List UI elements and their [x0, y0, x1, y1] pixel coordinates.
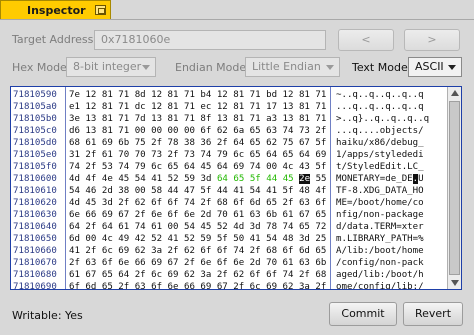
ascii-row[interactable]: ...q..q..q..q..q	[336, 101, 429, 113]
offset-cell: 71810640	[13, 222, 57, 232]
offset-column: 71810590 718105a0 718105b0 718105c0 718105d0…	[13, 89, 57, 290]
hex-mode-label: Hex Mode:	[12, 61, 71, 74]
inspector-window: Target Address: 0x7181060e < > Hex Mode:…	[0, 19, 474, 335]
zoom-icon[interactable]	[95, 5, 106, 15]
ascii-row[interactable]: aged/lib:/boot/h	[336, 269, 429, 281]
hex-row[interactable]: 7e 12 81 71 8d 12 81 71 b4 12 81 71 bd 1…	[69, 89, 327, 101]
revert-button[interactable]: Revert	[403, 302, 463, 326]
offset-cell: 718105c0	[13, 126, 57, 136]
offset-cell: 71810590	[13, 90, 57, 100]
hex-row[interactable]: 6e 66 69 67 2f 6e 6f 6e 2d 70 61 63 6b 6…	[69, 209, 327, 221]
hex-row[interactable]: 4d 4f 4e 45 54 41 52 59 3d 64 65 5f 44 4…	[69, 173, 327, 185]
hex-row[interactable]: 68 61 69 6b 75 2f 78 38 36 2f 64 65 62 7…	[69, 137, 327, 149]
hex-row[interactable]: 3e 13 81 71 7d 13 81 71 8f 13 81 71 a3 1…	[69, 113, 327, 125]
ascii-row[interactable]: d/data.TERM=xter	[336, 221, 429, 233]
scroll-up-icon[interactable]	[451, 90, 459, 96]
chevron-down-icon	[142, 65, 150, 70]
ascii-row[interactable]: 1/apps/stylededi	[336, 149, 429, 161]
text-mode-label: Text Mode:	[352, 61, 412, 74]
hex-row[interactable]: 54 46 2d 38 00 58 44 47 5f 44 41 54 41 5…	[69, 185, 327, 197]
inspector-tab[interactable]: Inspector	[0, 0, 111, 19]
offset-cell: 718105a0	[13, 102, 57, 112]
offset-cell: 71810680	[13, 270, 57, 280]
vertical-scrollbar[interactable]	[447, 87, 461, 289]
hex-row[interactable]: 4d 45 3d 2f 62 6f 6f 74 2f 68 6f 6d 65 2…	[69, 197, 327, 209]
hex-row[interactable]: 64 2f 64 61 74 61 00 54 45 52 4d 3d 78 7…	[69, 221, 327, 233]
offset-cell: 71810690	[13, 282, 57, 290]
hex-row[interactable]: 61 67 65 64 2f 6c 69 62 3a 2f 62 6f 6f 7…	[69, 269, 327, 281]
offset-cell: 71810650	[13, 234, 57, 244]
commit-button[interactable]: Commit	[329, 302, 397, 326]
offset-cell: 718105f0	[13, 162, 57, 172]
ascii-row[interactable]: t/StyledEdit.LC_	[336, 161, 429, 173]
offset-cell: 71810600	[13, 174, 57, 184]
hex-row[interactable]: 2f 63 6f 6e 66 69 67 2f 6e 6f 6e 2d 70 6…	[69, 257, 327, 269]
hex-row[interactable]: d6 13 81 71 00 00 00 00 6f 62 6a 65 63 7…	[69, 125, 327, 137]
offset-divider	[65, 87, 66, 289]
offset-cell: 718105b0	[13, 114, 57, 124]
hex-row[interactable]: 6d 00 4c 49 42 52 41 52 59 5f 50 41 54 4…	[69, 233, 327, 245]
ascii-column[interactable]: ~..q..q..q..q..q ...q..q..q..q..q >..q}..q…	[336, 89, 429, 289]
chevron-down-icon	[326, 65, 334, 70]
offset-cell: 71810660	[13, 246, 57, 256]
hex-row[interactable]: 74 2f 53 74 79 6c 65 64 45 64 69 74 00 4…	[69, 161, 327, 173]
endian-mode-value: Little Endian	[252, 60, 321, 73]
ascii-divider	[330, 87, 331, 289]
hex-row[interactable]: e1 12 81 71 dc 12 81 71 ec 12 81 71 17 1…	[69, 101, 327, 113]
chevron-down-icon	[448, 65, 456, 70]
ascii-row[interactable]: A/lib:/boot/home	[336, 245, 429, 257]
offset-cell: 718105d0	[13, 138, 57, 148]
offset-cell: 71810670	[13, 258, 57, 268]
ascii-row[interactable]: ME=/boot/home/co	[336, 197, 429, 209]
offset-cell: 71810620	[13, 198, 57, 208]
hex-row[interactable]: 31 2f 61 70 70 73 2f 73 74 79 6c 65 64 6…	[69, 149, 327, 161]
ascii-row[interactable]: ~..q..q..q..q..q	[336, 89, 429, 101]
window-title: Inspector	[27, 3, 86, 17]
endian-mode-label: Endian Mode:	[175, 61, 250, 74]
back-button[interactable]: <	[338, 29, 394, 51]
hex-row[interactable]: 41 2f 6c 69 62 3a 2f 62 6f 6f 74 2f 68 6…	[69, 245, 327, 257]
ascii-row[interactable]: TF-8.XDG_DATA_HO	[336, 185, 429, 197]
endian-mode-select[interactable]: Little Endian	[245, 57, 340, 77]
hex-mode-value: 8-bit integer	[73, 60, 142, 73]
scroll-down-icon[interactable]	[451, 280, 459, 286]
ascii-row[interactable]: haiku/x86/debug_	[336, 137, 429, 149]
ascii-row[interactable]: ...q....objects/	[336, 125, 429, 137]
scroll-thumb[interactable]	[449, 101, 460, 275]
ascii-row[interactable]: nfig/non-package	[336, 209, 429, 221]
hex-column[interactable]: 7e 12 81 71 8d 12 81 71 b4 12 81 71 bd 1…	[69, 89, 327, 289]
target-address-label: Target Address:	[12, 33, 98, 46]
writable-status: Writable: Yes	[12, 309, 83, 322]
ascii-row[interactable]: >..q}..q..q..q..q	[336, 113, 429, 125]
ascii-row[interactable]: m.LIBRARY_PATH=%	[336, 233, 429, 245]
text-mode-value: ASCII	[415, 60, 444, 73]
forward-button[interactable]: >	[404, 29, 460, 51]
hex-mode-select[interactable]: 8-bit integer	[66, 57, 156, 77]
offset-cell: 718105e0	[13, 150, 57, 160]
hex-view[interactable]: 71810590 718105a0 718105b0 718105c0 718105d0…	[10, 86, 462, 290]
hex-row[interactable]: 6f 6d 65 2f 63 6f 6e 66 69 67 2f 6c 69 6…	[69, 281, 327, 289]
text-mode-select[interactable]: ASCII	[408, 57, 462, 77]
ascii-row[interactable]: MONETARY=de_DE.U	[336, 173, 429, 185]
offset-cell: 71810630	[13, 210, 57, 220]
offset-cell: 71810610	[13, 186, 57, 196]
ascii-row[interactable]: /config/non-pack	[336, 257, 429, 269]
ascii-row[interactable]: ome/config/lib:/	[336, 281, 429, 289]
target-address-field[interactable]: 0x7181060e	[94, 30, 326, 50]
